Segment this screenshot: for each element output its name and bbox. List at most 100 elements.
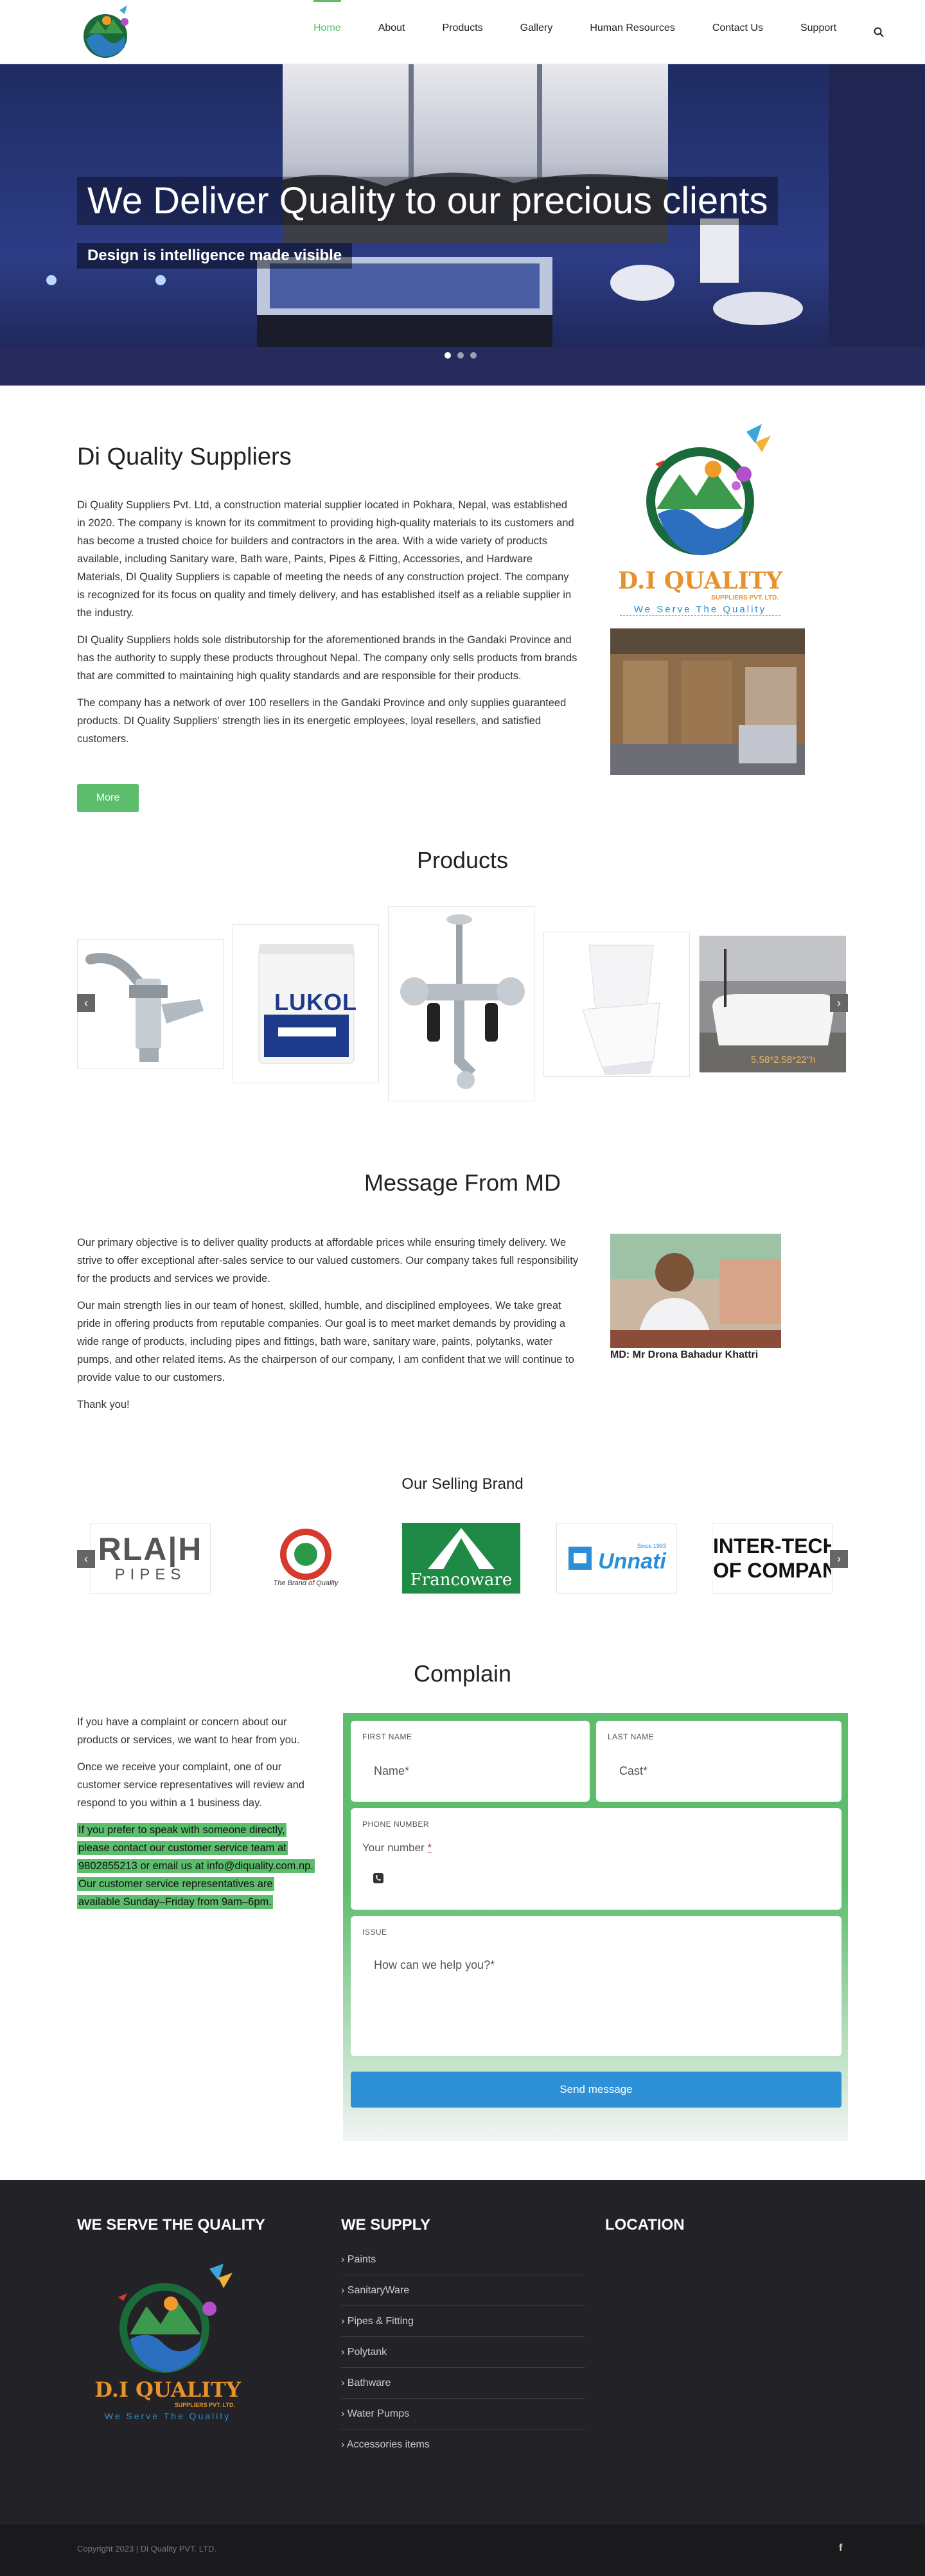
brands-next-icon[interactable]: ›	[830, 1550, 848, 1568]
about-text: Di Quality Suppliers Pvt. Ltd, a constru…	[77, 496, 578, 757]
footer-logo: D.I QUALITY SUPPLIERS PVT. LTD. We Serve…	[75, 2264, 261, 2421]
warehouse-image	[610, 628, 805, 775]
phone-label: PHONE NUMBER	[362, 1820, 430, 1829]
complain-paragraph: Once we receive your complaint, one of o…	[77, 1761, 304, 1809]
brands-title: Our Selling Brand	[401, 1475, 524, 1493]
logo-name: D.I QUALITY	[617, 567, 783, 594]
footer-link-water-pumps[interactable]: › Water Pumps	[341, 2399, 585, 2429]
footer-logo-name: D.I QUALITY	[94, 2377, 241, 2402]
brand-sub: Since 1993	[637, 1542, 666, 1549]
nav-gallery[interactable]: Gallery	[520, 0, 553, 64]
carousel-prev-icon[interactable]: ‹	[77, 994, 95, 1012]
footer-link-bathware[interactable]: › Bathware	[341, 2368, 585, 2399]
brand-card-unnati[interactable]: Since 1993 Unnati	[556, 1523, 677, 1594]
slider-dot[interactable]	[445, 352, 451, 359]
product-card-toilet[interactable]	[543, 932, 690, 1077]
about-title: Di Quality Suppliers	[77, 443, 292, 470]
last-name-input[interactable]: Cast*	[619, 1764, 648, 1778]
required-mark: *	[427, 1842, 432, 1854]
search-icon[interactable]	[874, 0, 885, 64]
about-paragraph: DI Quality Suppliers holds sole distribu…	[77, 634, 577, 682]
md-paragraph: Our main strength lies in our team of ho…	[77, 1300, 574, 1383]
footer-link-sanitaryware[interactable]: › SanitaryWare	[341, 2275, 585, 2306]
complain-text: If you have a complaint or concern about…	[77, 1713, 315, 1920]
md-paragraph: Our primary objective is to deliver qual…	[77, 1237, 579, 1284]
unnati-icon	[568, 1547, 592, 1570]
nav-contact-us[interactable]: Contact Us	[712, 0, 763, 64]
company-logo[interactable]	[77, 3, 136, 62]
last-name-label: LAST NAME	[608, 1732, 655, 1741]
nav-products[interactable]: Products	[443, 0, 483, 64]
hero-subtitle: Design is intelligence made visible	[77, 243, 353, 269]
complaint-form: FIRST NAME Name* LAST NAME Cast* PHONE N…	[343, 1713, 848, 2141]
nav-support[interactable]: Support	[800, 0, 836, 64]
paint-brand-label: LUKOL	[274, 989, 357, 1015]
phone-input[interactable]: Your number *	[362, 1842, 432, 1854]
facebook-icon[interactable]: f	[839, 2543, 842, 2554]
brand-sub: PIPES	[114, 1566, 186, 1583]
product-card-lukol-paint[interactable]: LUKOL	[233, 924, 379, 1083]
brand-card-quality-seal[interactable]: The Brand of Quality	[245, 1523, 366, 1594]
product-card-bathtub[interactable]: 5.58*2.58*22"h	[699, 936, 846, 1072]
toilet-image	[582, 945, 660, 1075]
carousel-next-icon[interactable]: ›	[830, 994, 848, 1012]
footer-heading-quality: WE SERVE THE QUALITY	[77, 2216, 265, 2234]
main-nav: Home About Products Gallery Human Resour…	[276, 0, 885, 64]
copyright-text: Copyright 2023 | Di Quality PVT. LTD.	[77, 2544, 217, 2554]
footer-link-label: Polytank	[347, 2347, 387, 2358]
footer-link-accessories[interactable]: › Accessories items	[341, 2429, 585, 2460]
hero-title: We Deliver Quality to our precious clien…	[77, 177, 779, 225]
copyright-bar: Copyright 2023 | Di Quality PVT. LTD. f	[0, 2525, 925, 2576]
md-paragraph: Thank you!	[77, 1399, 130, 1410]
first-name-input[interactable]: Name*	[374, 1764, 409, 1778]
nav-human-resources[interactable]: Human Resources	[590, 0, 675, 64]
bathtub-caption: 5.58*2.58*22"h	[751, 1054, 816, 1065]
nav-home[interactable]: Home	[313, 0, 341, 64]
complain-paragraph: If you have a complaint or concern about…	[77, 1716, 300, 1746]
first-name-field[interactable]: FIRST NAME Name*	[351, 1721, 590, 1802]
more-button[interactable]: More	[77, 784, 139, 812]
logo-tagline: We Serve The Quality	[620, 604, 780, 616]
footer-link-polytank[interactable]: › Polytank	[341, 2337, 585, 2368]
slider-dot[interactable]	[457, 352, 464, 359]
footer-link-label: Water Pumps	[347, 2408, 410, 2419]
issue-label: ISSUE	[362, 1928, 387, 1937]
about-paragraph: Di Quality Suppliers Pvt. Ltd, a constru…	[77, 499, 574, 619]
brand-sub: The Brand of Quality	[273, 1579, 339, 1587]
issue-field[interactable]: ISSUE How can we help you?*	[351, 1916, 841, 2056]
product-card-wall-mixer[interactable]	[388, 906, 534, 1101]
phone-field[interactable]: PHONE NUMBER Your number *	[351, 1808, 841, 1910]
complain-title: Complain	[413, 1660, 512, 1687]
footer-logo-graphic	[118, 2264, 233, 2373]
nav-about[interactable]: About	[378, 0, 405, 64]
md-caption: MD: Mr Drona Bahadur Khattri	[610, 1349, 759, 1360]
footer-heading-supply: WE SUPPLY	[341, 2216, 431, 2234]
footer-link-pipes[interactable]: › Pipes & Fitting	[341, 2306, 585, 2337]
last-name-field[interactable]: LAST NAME Cast*	[596, 1721, 841, 1802]
brand-name: RLA|H	[98, 1531, 203, 1567]
site-header: Home About Products Gallery Human Resour…	[0, 0, 925, 64]
slider-dot[interactable]	[470, 352, 477, 359]
phone-icon	[373, 1873, 383, 1883]
send-message-button[interactable]: Send message	[351, 2072, 841, 2108]
products-title: Products	[416, 847, 509, 873]
footer-link-label: Paints	[347, 2254, 376, 2265]
brand-name: Francoware	[410, 1570, 513, 1590]
product-card-faucet[interactable]	[77, 939, 224, 1069]
issue-textarea[interactable]: How can we help you?*	[374, 1959, 495, 1972]
footer-link-paints[interactable]: › Paints	[341, 2244, 585, 2275]
brand-card-francoware[interactable]: Francoware	[401, 1523, 522, 1594]
about-paragraph: The company has a network of over 100 re…	[77, 697, 567, 745]
hero-slider[interactable]: We Deliver Quality to our precious clien…	[0, 64, 925, 386]
bathtub-image	[700, 936, 846, 1072]
brand-card-rlah[interactable]: RLA|H PIPES	[90, 1523, 211, 1594]
phone-placeholder: Your number	[362, 1842, 425, 1854]
md-message-title: Message From MD	[364, 1169, 561, 1196]
footer-logo-sub: SUPPLIERS PVT. LTD.	[174, 2402, 235, 2408]
first-name-label: FIRST NAME	[362, 1732, 412, 1741]
brand-card-inter-tech[interactable]: INTER-TECH OF COMPAN	[712, 1523, 833, 1594]
brand-sub: OF COMPAN	[713, 1559, 831, 1582]
footer-link-label: Bathware	[347, 2377, 391, 2388]
brands-prev-icon[interactable]: ‹	[77, 1550, 95, 1568]
footer-link-label: SanitaryWare	[347, 2285, 410, 2296]
